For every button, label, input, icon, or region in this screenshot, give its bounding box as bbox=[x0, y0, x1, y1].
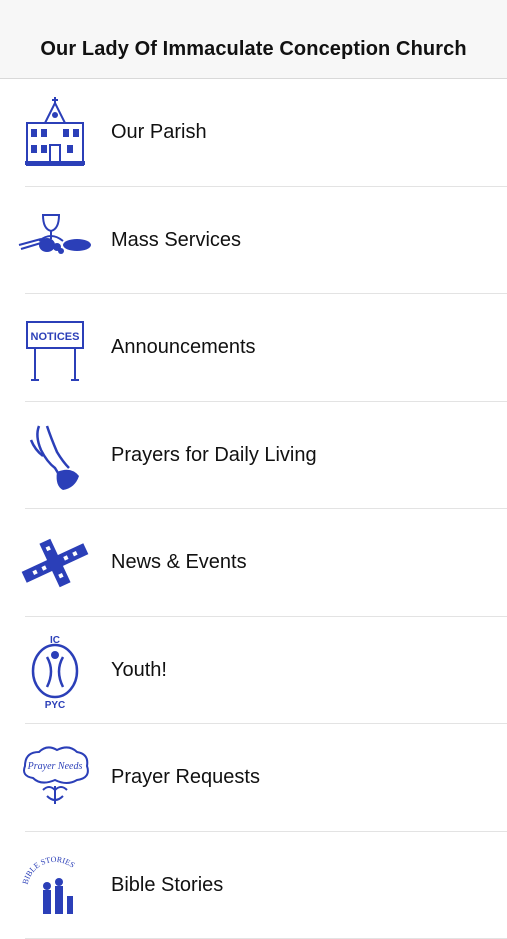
menu-item-label: Bible Stories bbox=[111, 832, 223, 939]
menu-item-label: News & Events bbox=[111, 509, 247, 617]
chalice-icon bbox=[17, 201, 93, 281]
menu-item-youth[interactable]: IC PYC Youth! bbox=[0, 617, 507, 725]
bible-stories-icon: BIBLE STORIES bbox=[17, 846, 93, 926]
notices-sign-icon: NOTICES bbox=[17, 308, 93, 388]
svg-text:NOTICES: NOTICES bbox=[31, 331, 80, 343]
menu-item-label: Our Parish bbox=[111, 79, 207, 187]
menu-item-mass-services[interactable]: Mass Services bbox=[0, 187, 507, 295]
menu-item-our-parish[interactable]: Our Parish bbox=[0, 79, 507, 187]
youth-pyc-icon: IC PYC bbox=[17, 631, 93, 711]
icon-caption: Prayer Needs bbox=[27, 761, 83, 772]
menu-item-announcements[interactable]: NOTICES Announcements bbox=[0, 294, 507, 402]
menu-item-bible-stories[interactable]: BIBLE STORIES Bible Stories bbox=[0, 832, 507, 939]
menu-item-label: Prayer Requests bbox=[111, 724, 260, 832]
svg-text:BIBLE STORIES: BIBLE STORIES bbox=[21, 854, 77, 884]
menu-item-prayers-daily-living[interactable]: Prayers for Daily Living bbox=[0, 402, 507, 510]
icon-caption: BIBLE STORIES bbox=[21, 854, 77, 884]
svg-text:IC: IC bbox=[50, 635, 60, 646]
menu-item-label: Youth! bbox=[111, 617, 167, 725]
menu-item-label: Prayers for Daily Living bbox=[111, 402, 317, 510]
menu-item-prayer-requests[interactable]: Prayer Needs Prayer Requests bbox=[0, 724, 507, 832]
prayer-needs-icon: Prayer Needs bbox=[17, 738, 93, 818]
menu-item-label: Announcements bbox=[111, 294, 256, 402]
svg-text:PYC: PYC bbox=[45, 700, 66, 711]
praying-hands-icon bbox=[17, 416, 93, 496]
menu-item-label: Mass Services bbox=[111, 187, 241, 295]
news-events-crossword-icon bbox=[17, 523, 93, 603]
page-title: Our Lady Of Immaculate Conception Church bbox=[0, 38, 507, 61]
navigation-bar: Our Lady Of Immaculate Conception Church bbox=[0, 0, 507, 79]
menu-list: Our Parish Mass Services bbox=[0, 79, 507, 939]
menu-item-news-events[interactable]: News & Events bbox=[0, 509, 507, 617]
church-icon bbox=[17, 93, 93, 173]
